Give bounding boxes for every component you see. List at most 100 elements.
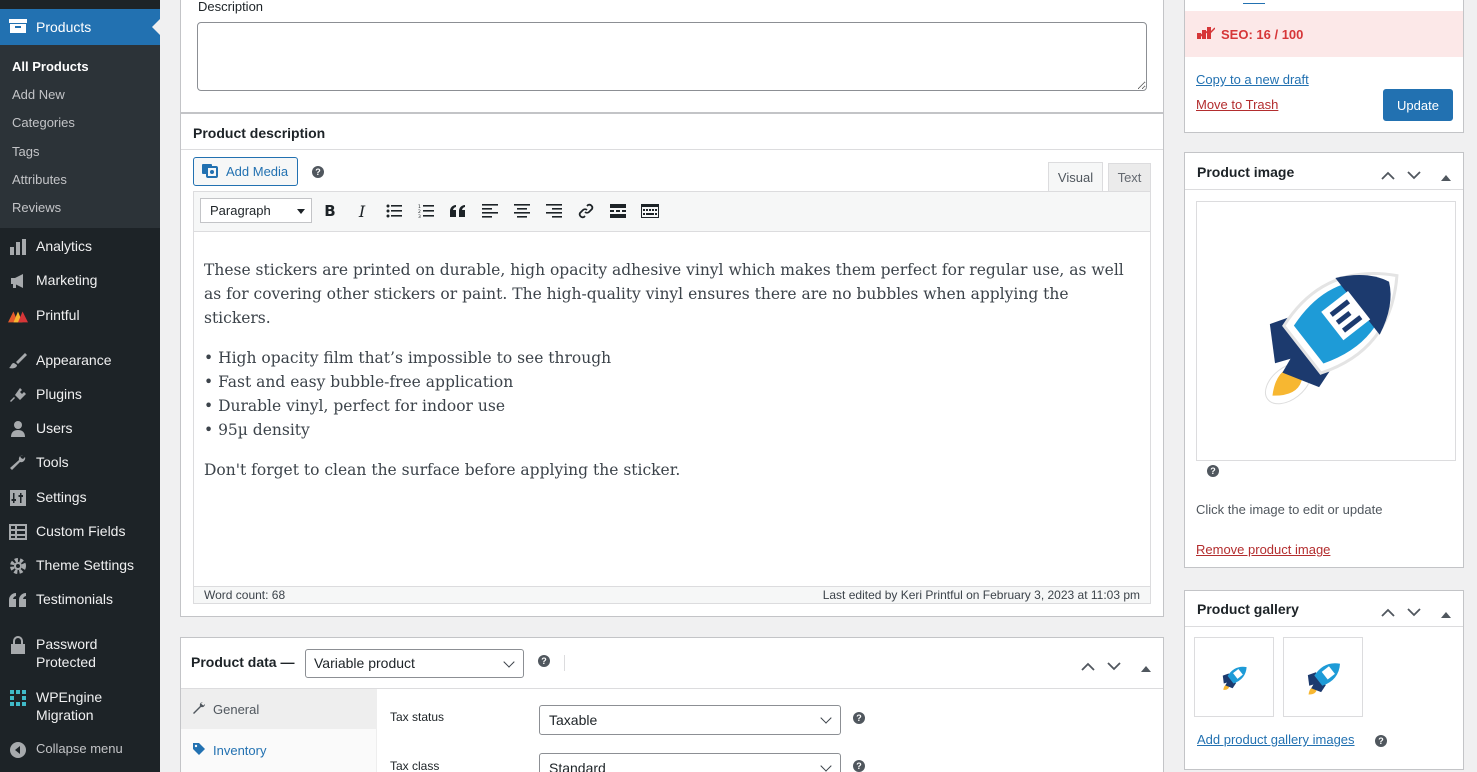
admin-sidebar: Products All Products Add New Categories…	[0, 0, 160, 772]
product-data-tabs: General Inventory	[181, 689, 377, 772]
submenu-reviews[interactable]: Reviews	[12, 200, 61, 215]
wpengine-grid-icon	[8, 688, 28, 708]
numbered-list-icon[interactable]: 123	[416, 201, 436, 221]
submenu-attributes[interactable]: Attributes	[12, 172, 67, 187]
help-icon[interactable]: ?	[1375, 735, 1387, 747]
move-down-icon[interactable]	[1107, 658, 1121, 674]
edit-link-underline[interactable]	[1243, 3, 1265, 4]
italic-icon[interactable]: I	[352, 201, 372, 221]
blockquote-icon[interactable]	[448, 201, 468, 221]
gear-icon	[8, 556, 28, 576]
bullet-item: • Fast and easy bubble-free application	[204, 373, 514, 391]
product-image[interactable]	[1196, 201, 1456, 461]
remove-product-image-link[interactable]: Remove product image	[1196, 542, 1330, 557]
help-icon[interactable]: ?	[538, 655, 550, 667]
link-icon[interactable]	[576, 201, 596, 221]
submenu-all-products[interactable]: All Products	[12, 59, 89, 74]
move-to-trash-link[interactable]: Move to Trash	[1196, 97, 1278, 112]
chevron-down-icon	[820, 760, 832, 772]
wrench-icon	[193, 701, 206, 717]
copy-to-draft-link[interactable]: Copy to a new draft	[1196, 72, 1309, 87]
submenu-add-new[interactable]: Add New	[12, 87, 65, 102]
update-button[interactable]: Update	[1383, 89, 1453, 121]
printful-logo-icon	[8, 306, 28, 326]
add-media-button[interactable]: Add Media	[193, 157, 298, 186]
product-description-title: Product description	[193, 125, 326, 141]
plug-icon	[8, 385, 28, 405]
help-icon[interactable]: ?	[1207, 465, 1219, 477]
move-up-icon[interactable]	[1381, 167, 1395, 183]
toolbar-toggle-icon[interactable]	[640, 201, 660, 221]
svg-text:3: 3	[418, 214, 421, 218]
seo-score: SEO: 16 / 100	[1221, 26, 1304, 42]
align-right-icon[interactable]	[544, 201, 564, 221]
collapse-arrow-icon	[8, 740, 28, 760]
bullet-item: • High opacity film that’s impossible to…	[204, 349, 612, 367]
format-select-value: Paragraph	[210, 203, 271, 218]
toggle-panel-icon[interactable]	[1141, 659, 1151, 675]
image-edit-hint: Click the image to edit or update	[1196, 502, 1383, 517]
product-gallery-panel: Product gallery Add product gallery imag…	[1184, 590, 1464, 770]
submenu-categories[interactable]: Categories	[12, 115, 75, 130]
sidebar-item-label: Tools	[36, 454, 69, 470]
tab-general[interactable]: General	[181, 689, 377, 729]
move-up-icon[interactable]	[1381, 604, 1395, 620]
product-type-select[interactable]: Variable product	[305, 649, 524, 678]
rocket-sticker-image	[1264, 271, 1399, 405]
tax-status-select[interactable]: Taxable	[539, 705, 841, 735]
align-left-icon[interactable]	[480, 201, 500, 221]
chevron-down-icon	[503, 656, 515, 668]
help-icon[interactable]: ?	[853, 712, 865, 724]
tax-class-label: Tax class	[390, 759, 440, 772]
word-count: Word count: 68	[204, 588, 286, 602]
bold-icon[interactable]: B	[320, 201, 340, 221]
tax-status-label: Tax status	[390, 710, 445, 724]
sidebar-item-label: Theme Settings	[36, 557, 135, 573]
move-down-icon[interactable]	[1407, 167, 1421, 183]
align-center-icon[interactable]	[512, 201, 532, 221]
product-image-title: Product image	[1197, 164, 1295, 180]
help-icon[interactable]: ?	[853, 760, 865, 772]
divider	[181, 149, 1163, 150]
tax-class-select[interactable]: Standard	[539, 753, 841, 772]
toggle-panel-icon[interactable]	[1441, 605, 1451, 621]
toggle-panel-icon[interactable]	[1441, 168, 1451, 184]
sidebar-item-label: Settings	[36, 489, 87, 505]
tab-text[interactable]: Text	[1108, 163, 1151, 191]
sidebar-item-label: WPEngine Migration	[36, 689, 103, 723]
tab-visual[interactable]: Visual	[1048, 162, 1103, 191]
product-gallery-title: Product gallery	[1197, 601, 1299, 617]
tab-inventory[interactable]: Inventory	[181, 730, 377, 770]
current-menu-arrow	[152, 19, 160, 35]
format-select[interactable]: Paragraph	[200, 198, 312, 223]
move-down-icon[interactable]	[1407, 604, 1421, 620]
divider	[1185, 189, 1463, 190]
last-edited: Last edited by Keri Printful on February…	[822, 588, 1140, 602]
product-image-panel: Product image ? Click the image to edit …	[1184, 152, 1464, 568]
sidebar-item-label: Custom Fields	[36, 523, 126, 539]
bar-chart-icon	[8, 237, 28, 257]
gallery-thumbnail[interactable]	[1194, 637, 1274, 717]
divider	[564, 655, 565, 671]
tag-icon	[193, 742, 205, 758]
add-gallery-images-link[interactable]: Add product gallery images	[1197, 732, 1355, 747]
bullet-list-icon[interactable]	[384, 201, 404, 221]
editor-content[interactable]: These stickers are printed on durable, h…	[193, 232, 1151, 587]
sidebar-item-label: Password Protected	[36, 636, 98, 670]
content-paragraph: Don't forget to clean the surface before…	[204, 461, 681, 479]
sidebar-item-products[interactable]: Products	[0, 9, 160, 45]
seo-score-bar: SEO: 16 / 100	[1185, 11, 1463, 57]
tax-status-value: Taxable	[549, 712, 598, 728]
move-up-icon[interactable]	[1081, 658, 1095, 674]
product-data-panel: Product data — Variable product ? Genera…	[180, 637, 1164, 772]
bullet-item: • Durable vinyl, perfect for indoor use	[204, 397, 506, 415]
read-more-icon[interactable]	[608, 201, 628, 221]
table-grid-icon	[8, 522, 28, 542]
paintbrush-icon	[8, 351, 28, 371]
help-icon[interactable]: ?	[312, 166, 324, 178]
description-textarea[interactable]	[197, 22, 1147, 91]
submenu-tags[interactable]: Tags	[12, 144, 39, 159]
bullet-item: • 95µ density	[204, 421, 310, 439]
gallery-thumbnail[interactable]	[1283, 637, 1363, 717]
product-type-value: Variable product	[314, 655, 415, 671]
